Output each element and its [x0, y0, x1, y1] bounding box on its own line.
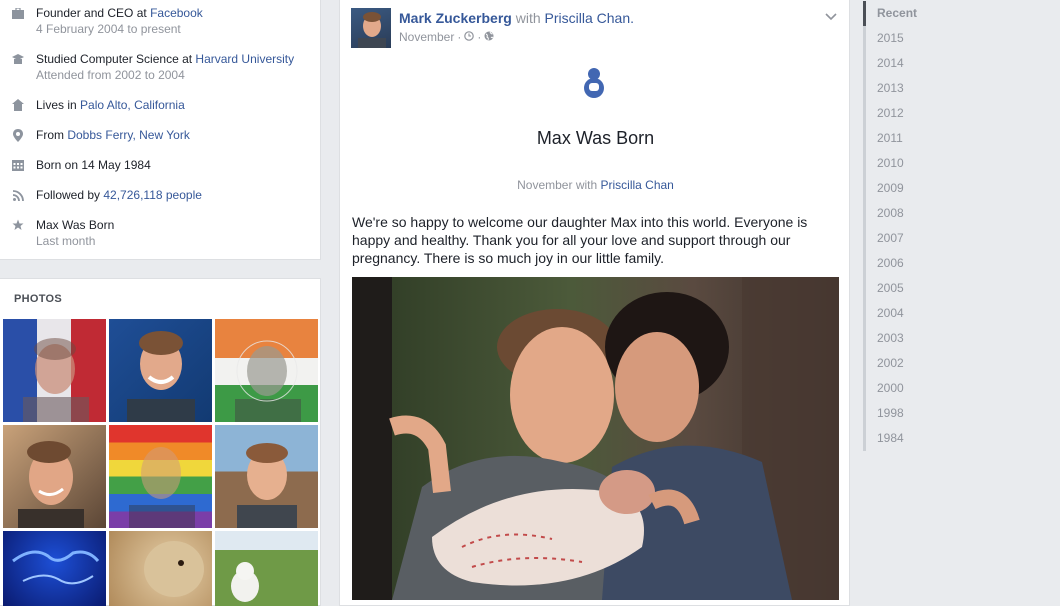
chevron-down-icon[interactable] — [825, 10, 837, 24]
graduation-cap-icon — [11, 52, 25, 66]
year-link-2006[interactable]: 2006 — [863, 251, 963, 276]
globe-icon[interactable] — [484, 30, 494, 44]
star-icon — [11, 218, 25, 232]
year-link-2012[interactable]: 2012 — [863, 101, 963, 126]
year-link-1998[interactable]: 1998 — [863, 401, 963, 426]
post-meta: November · · — [399, 30, 494, 44]
life-event-subtitle: November with Priscilla Chan — [340, 178, 851, 192]
photo-thumbnail[interactable] — [215, 531, 318, 606]
year-link-2008[interactable]: 2008 — [863, 201, 963, 226]
photo-thumbnail[interactable] — [109, 319, 212, 422]
year-link-2007[interactable]: 2007 — [863, 226, 963, 251]
year-link-2013[interactable]: 2013 — [863, 76, 963, 101]
year-link-2005[interactable]: 2005 — [863, 276, 963, 301]
work-dates: 4 February 2004 to present — [36, 22, 181, 36]
intro-from: From Dobbs Ferry, New York — [0, 127, 190, 143]
followers-count-link[interactable]: 42,726,118 people — [103, 188, 202, 202]
rss-icon — [11, 188, 25, 202]
photo-thumbnail[interactable] — [3, 425, 106, 528]
year-link-2003[interactable]: 2003 — [863, 326, 963, 351]
followed-prefix: Followed by — [36, 188, 104, 202]
event-title-link[interactable]: Max Was Born — [36, 217, 114, 233]
photo-thumbnail[interactable] — [109, 425, 212, 528]
photos-card: PHOTOS — [0, 278, 321, 606]
intro-event: Max Was Born Last month — [0, 217, 114, 249]
intro-education: Studied Computer Science at Harvard Univ… — [0, 51, 294, 83]
intro-born: Born on 14 May 1984 — [0, 157, 151, 173]
born-text: Born on 14 May 1984 — [36, 158, 151, 172]
avatar[interactable] — [351, 8, 391, 48]
briefcase-icon — [11, 6, 25, 20]
year-link-2009[interactable]: 2009 — [863, 176, 963, 201]
clock-icon — [464, 30, 475, 44]
post-header: Mark Zuckerberg with Priscilla Chan. — [399, 10, 634, 27]
year-link-1984[interactable]: 1984 — [863, 426, 963, 451]
location-pin-icon — [11, 128, 25, 142]
year-link-recent[interactable]: Recent — [863, 1, 963, 26]
year-link-2010[interactable]: 2010 — [863, 151, 963, 176]
author-name-link[interactable]: Mark Zuckerberg — [399, 10, 512, 26]
photo-thumbnail[interactable] — [3, 319, 106, 422]
lives-prefix: Lives in — [36, 98, 81, 112]
photo-thumbnail[interactable] — [109, 531, 212, 606]
from-prefix: From — [36, 128, 68, 142]
life-event-title: Max Was Born — [536, 128, 655, 148]
year-link-2000[interactable]: 2000 — [863, 376, 963, 401]
with-word: with — [515, 10, 541, 26]
photo-thumbnail[interactable] — [215, 319, 318, 422]
post-time-link[interactable]: November — [399, 30, 454, 44]
life-event-person-link[interactable]: Priscilla Chan — [601, 178, 674, 192]
education-dates: Attended from 2002 to 2004 — [36, 68, 185, 82]
intro-lives: Lives in Palo Alto, California — [0, 97, 185, 113]
post-photo[interactable] — [352, 277, 839, 600]
calendar-icon — [11, 158, 25, 172]
tagged-person-link[interactable]: Priscilla Chan. — [545, 10, 634, 26]
education-school-link[interactable]: Harvard University — [195, 52, 294, 66]
year-link-2002[interactable]: 2002 — [863, 351, 963, 376]
intro-followed: Followed by 42,726,118 people — [0, 187, 202, 203]
photo-thumbnail[interactable] — [215, 425, 318, 528]
post-text: We're so happy to welcome our daughter M… — [352, 214, 808, 266]
year-link-2004[interactable]: 2004 — [863, 301, 963, 326]
photo-thumbnail[interactable] — [3, 531, 106, 606]
from-place-link[interactable]: Dobbs Ferry, New York — [67, 128, 190, 142]
lives-place-link[interactable]: Palo Alto, California — [80, 98, 185, 112]
intro-work: Founder and CEO at Facebook 4 February 2… — [0, 5, 203, 37]
post-card: Mark Zuckerberg with Priscilla Chan. Nov… — [339, 0, 850, 606]
home-icon — [11, 98, 25, 112]
year-link-2015[interactable]: 2015 — [863, 26, 963, 51]
year-link-2014[interactable]: 2014 — [863, 51, 963, 76]
timeline-year-nav: Recent 2015 2014 2013 2012 2011 2010 2009 2008 20… — [863, 0, 1060, 606]
work-company-link[interactable]: Facebook — [150, 6, 203, 20]
photos-title[interactable]: PHOTOS — [14, 293, 62, 305]
work-prefix: Founder and CEO at — [36, 6, 151, 20]
event-time: Last month — [36, 234, 96, 248]
intro-card: Founder and CEO at Facebook 4 February 2… — [0, 0, 321, 260]
year-link-2011[interactable]: 2011 — [863, 126, 963, 151]
life-event-time: November with — [517, 178, 598, 192]
baby-icon — [583, 68, 605, 103]
education-prefix: Studied Computer Science at — [36, 52, 196, 66]
